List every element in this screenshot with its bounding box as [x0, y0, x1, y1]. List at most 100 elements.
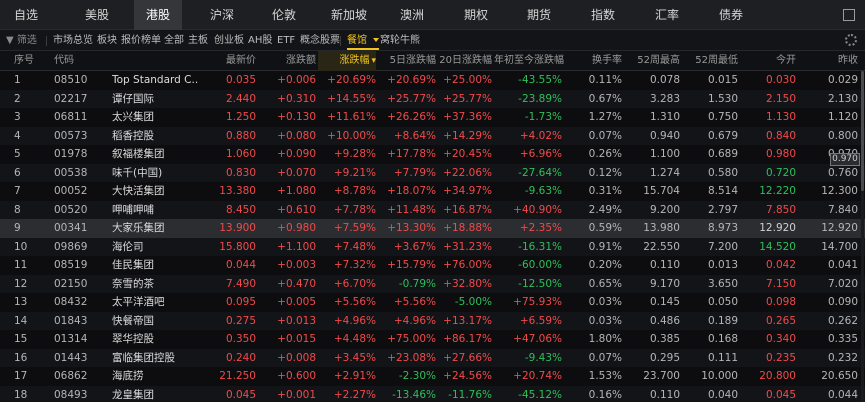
column-header-code[interactable]: 代码 — [54, 51, 104, 71]
selected-underline — [347, 48, 380, 50]
cell-lo52: 0.168 — [707, 333, 738, 345]
table-row[interactable]: 17 06862 海底捞 21.250 +0.600 +2.91% -2.30% +24.56… — [0, 367, 865, 386]
cell-open: 12.220 — [759, 185, 796, 197]
table-row[interactable]: 8 00520 呷哺呷哺 8.450 +0.610 +7.78% +11.48% +16.87… — [0, 200, 865, 219]
cell-name: 谭仔国际 — [112, 92, 154, 105]
filter-warrants[interactable]: 窝轮牛熊 — [380, 30, 420, 51]
column-header-pct[interactable]: 涨跌幅 — [318, 51, 376, 71]
table-row[interactable]: 5 01978 叙福楼集团 1.060 +0.090 +9.28% +17.78% +20.4… — [0, 145, 865, 164]
cell-pct: +4.48% — [333, 333, 376, 345]
cell-price: 0.044 — [225, 259, 256, 271]
cell-prev: 0.232 — [827, 351, 858, 364]
cell-chg: +0.001 — [277, 388, 316, 401]
table-row[interactable]: 6 00538 味千(中国) 0.830 +0.070 +9.21% +7.79% +22.0… — [0, 163, 865, 182]
filter-item-8[interactable]: 概念股票 — [300, 30, 340, 51]
table-row[interactable]: 13 08432 太平洋酒吧 0.095 +0.005 +5.56% +5.56% -5.00… — [0, 293, 865, 312]
cell-prev: 7.840 — [827, 203, 858, 216]
scrollbar[interactable] — [861, 71, 864, 402]
table-row[interactable]: 9 00341 大家乐集团 13.900 +0.980 +7.59% +13.30% +18.… — [0, 219, 865, 238]
cell-turnover: 0.11% — [588, 74, 622, 86]
column-header-open[interactable]: 今开 — [740, 51, 796, 71]
cell-name: 大家乐集团 — [112, 222, 165, 234]
filter-bar: ▼ 筛选 餐馆 窝轮牛熊 市场总览 板块 报价榜单 全部 主板 创业板 AH股 ETF 概念股票 — [0, 30, 865, 51]
filter-item-3[interactable]: 全部 — [164, 30, 184, 51]
cell-code: 01843 — [54, 314, 88, 327]
market-tab-4[interactable]: 伦敦 — [258, 0, 310, 30]
column-header-chg[interactable]: 涨跌额 — [260, 51, 316, 71]
market-tab-5[interactable]: 新加坡 — [320, 0, 378, 30]
filter-item-2[interactable]: 报价榜单 — [121, 30, 161, 51]
cell-ytd: +47.06% — [513, 333, 562, 345]
cell-open: 7.150 — [765, 277, 796, 290]
column-header-hi52[interactable]: 52周最高 — [624, 51, 680, 71]
table-row[interactable]: 14 01843 快餐帝国 0.275 +0.013 +4.96% +4.96% +13.17… — [0, 311, 865, 330]
cell-hi52: 3.283 — [649, 92, 680, 105]
market-tab-6[interactable]: 澳洲 — [386, 0, 438, 30]
table-row[interactable]: 4 00573 稻香控股 0.880 +0.080 +10.00% +8.64% +14.29… — [0, 126, 865, 145]
cell-hi52: 0.145 — [649, 296, 680, 308]
market-tab-10[interactable]: 汇率 — [640, 0, 694, 30]
table-row[interactable]: 10 09869 海伦司 15.800 +1.100 +7.48% +3.67% +31.23… — [0, 237, 865, 256]
table-row[interactable]: 1 08510 Top Standard C... 0.035 +0.006 +20.69… — [0, 71, 865, 90]
cell-price: 0.830 — [225, 166, 256, 179]
filter-selected-restaurants[interactable]: 餐馆 — [347, 30, 380, 51]
cell-lo52: 2.797 — [707, 203, 738, 216]
filter-item-7[interactable]: ETF — [277, 30, 295, 51]
column-header-idx[interactable]: 序号 — [14, 51, 40, 71]
market-tab-2[interactable]: 港股 — [134, 0, 182, 30]
cell-lo52: 0.111 — [707, 351, 738, 364]
column-header-turnover[interactable]: 换手率 — [564, 51, 622, 71]
cell-pct: +2.91% — [333, 370, 376, 382]
market-tab-0[interactable]: 自选 — [0, 0, 52, 30]
cell-chg: +0.980 — [277, 222, 316, 234]
settings-gear-icon[interactable] — [845, 34, 857, 46]
cell-price: 0.275 — [225, 314, 256, 327]
market-tab-8[interactable]: 期货 — [512, 0, 566, 30]
table-row[interactable]: 2 02217 谭仔国际 2.440 +0.310 +14.55% +25.77% +25.7… — [0, 89, 865, 108]
cell-prev: 0.041 — [827, 259, 858, 271]
window-restore-icon[interactable] — [843, 9, 855, 21]
cell-price: 0.350 — [225, 333, 256, 345]
market-tab-9[interactable]: 指数 — [576, 0, 630, 30]
funnel-icon: ▼ — [6, 35, 14, 46]
filter-item-6[interactable]: AH股 — [248, 30, 272, 51]
market-tab-3[interactable]: 沪深 — [196, 0, 248, 30]
table-row[interactable]: 3 06811 太兴集团 1.250 +0.130 +11.61% +26.26% +37.3… — [0, 108, 865, 127]
table-row[interactable]: 15 01314 翠华控股 0.350 +0.015 +4.48% +75.00% +86.1… — [0, 330, 865, 349]
filter-item-5[interactable]: 创业板 — [214, 30, 244, 51]
column-header-lo52[interactable]: 52周最低 — [682, 51, 738, 71]
scrollbar-thumb[interactable] — [861, 71, 864, 191]
cell-pct: +7.78% — [333, 203, 376, 216]
market-tab-1[interactable]: 美股 — [72, 0, 122, 30]
cell-d5: -2.30% — [398, 370, 436, 382]
cell-open: 0.098 — [765, 296, 796, 308]
cell-idx: 3 — [14, 111, 21, 123]
column-header-prev[interactable]: 昨收 — [798, 51, 858, 71]
cell-code: 02217 — [54, 92, 88, 105]
filter-item-1[interactable]: 板块 — [97, 30, 117, 51]
column-header-d5[interactable]: 5日涨跌幅 — [378, 51, 436, 71]
table-row[interactable]: 16 01443 富临集团控股 0.240 +0.008 +3.45% +23.08% +27… — [0, 348, 865, 367]
market-tab-11[interactable]: 债券 — [706, 0, 756, 30]
cell-code: 00052 — [54, 185, 88, 197]
cell-name: 龙皇集团 — [112, 388, 154, 401]
filter-button[interactable]: ▼ 筛选 — [6, 30, 37, 51]
cell-turnover: 0.16% — [588, 388, 622, 401]
cell-d5: -13.46% — [392, 388, 436, 401]
cell-name: 奈雪的茶 — [112, 277, 154, 290]
cell-price: 13.900 — [219, 222, 256, 234]
column-header-name[interactable] — [112, 51, 198, 71]
column-header-ytd[interactable]: 年初至今涨跌幅 — [494, 51, 564, 71]
cell-d5: +8.64% — [393, 129, 436, 142]
table-row[interactable]: 18 08493 龙皇集团 0.045 +0.001 +2.27% -13.46% -11.7… — [0, 385, 865, 402]
cell-open: 7.850 — [765, 203, 796, 216]
table-row[interactable]: 7 00052 大快活集团 13.380 +1.080 +8.78% +18.07% +34.… — [0, 182, 865, 201]
filter-item-0[interactable]: 市场总览 — [53, 30, 93, 51]
table-row[interactable]: 12 02150 奈雪的茶 7.490 +0.470 +6.70% -0.79% +32.80… — [0, 274, 865, 293]
column-header-price[interactable]: 最新价 — [200, 51, 256, 71]
market-tab-7[interactable]: 期权 — [450, 0, 502, 30]
table-row[interactable]: 11 08519 佳民集团 0.044 +0.003 +7.32% +15.79% +76.0… — [0, 256, 865, 275]
filter-item-4[interactable]: 主板 — [188, 30, 208, 51]
cell-ytd: -23.89% — [518, 92, 562, 105]
column-header-d20[interactable]: 20日涨跌幅 — [438, 51, 492, 71]
